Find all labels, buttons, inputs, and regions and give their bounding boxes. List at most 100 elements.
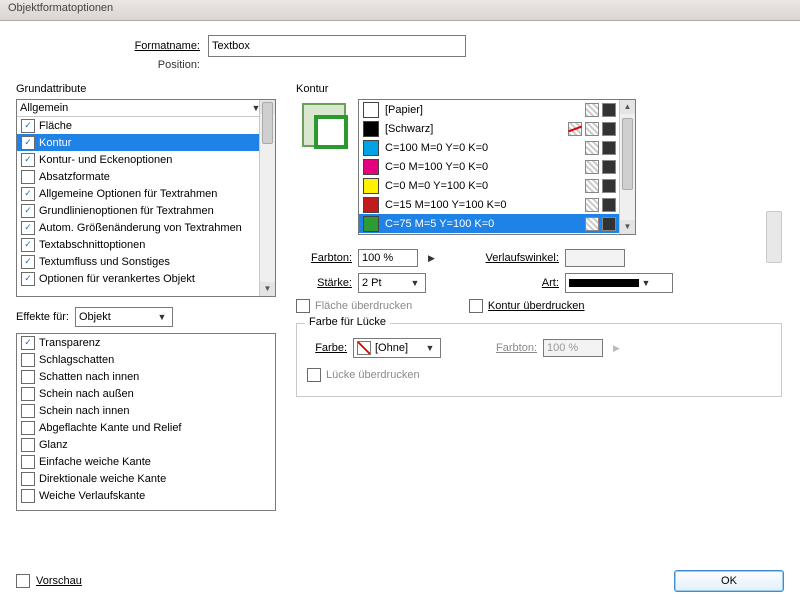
checkbox-icon[interactable]: ✓ <box>21 421 35 435</box>
list-item[interactable]: ✓Schatten nach innen <box>17 368 275 385</box>
list-item-label: Allgemeine Optionen für Textrahmen <box>39 188 217 200</box>
list-item[interactable]: ✓Textabschnittoptionen <box>17 236 260 253</box>
ok-button[interactable]: OK <box>674 570 784 592</box>
scroll-down-icon[interactable]: ▼ <box>620 220 635 234</box>
chevron-down-icon: ▼ <box>639 278 653 288</box>
chevron-down-icon: ▼ <box>408 278 422 288</box>
scrollbar[interactable]: ▲ ▼ <box>259 100 275 296</box>
swatch-item[interactable]: C=75 M=5 Y=100 K=0 <box>359 214 620 233</box>
checkbox-icon[interactable]: ✓ <box>21 336 35 350</box>
swatch-item[interactable]: [Papier] <box>359 100 620 119</box>
swatch-meta-icon <box>602 122 616 136</box>
swatch-item[interactable]: C=0 M=100 Y=0 K=0 <box>359 157 620 176</box>
scroll-thumb[interactable] <box>622 118 633 190</box>
swatch-color-icon <box>363 178 379 194</box>
checkbox-icon[interactable]: ✓ <box>21 370 35 384</box>
gap-farbton-label: Farbton: <box>481 342 537 354</box>
scroll-up-icon[interactable]: ▲ <box>620 100 635 114</box>
checkbox-icon[interactable]: ✓ <box>21 238 35 252</box>
effects-for-label: Effekte für: <box>16 311 69 323</box>
list-item[interactable]: ✓ Fläche <box>17 117 260 134</box>
triangle-right-icon: ▶ <box>609 343 624 354</box>
checkbox-icon[interactable]: ✓ <box>21 438 35 452</box>
checkbox-icon[interactable]: ✓ <box>21 119 35 133</box>
list-item-label: Schlagschatten <box>39 354 114 366</box>
checkbox-icon[interactable]: ✓ <box>21 187 35 201</box>
checkbox-icon: ✓ <box>307 368 321 382</box>
scroll-thumb[interactable] <box>262 102 273 144</box>
list-item[interactable]: ✓Optionen für verankertes Objekt <box>17 270 260 287</box>
checkbox-icon[interactable]: ✓ <box>21 489 35 503</box>
list-item[interactable]: ✓ Direktionale weiche Kante <box>17 470 275 487</box>
checkbox-icon[interactable]: ✓ <box>21 255 35 269</box>
swatch-item[interactable]: C=0 M=0 Y=100 K=0 <box>359 176 620 195</box>
checkbox-icon[interactable]: ✓ <box>21 455 35 469</box>
farbton-label: Farbton: <box>296 252 352 264</box>
swatch-item[interactable]: C=100 M=0 Y=0 K=0 <box>359 138 620 157</box>
vorschau-checkbox[interactable]: ✓ <box>16 574 30 588</box>
swatch-meta-icon <box>585 160 599 174</box>
formatname-input[interactable] <box>208 35 466 57</box>
swatch-meta-icon <box>602 179 616 193</box>
list-item-label: Direktionale weiche Kante <box>39 473 166 485</box>
swatch-list: [Papier][Schwarz]C=100 M=0 Y=0 K=0C=0 M=… <box>358 99 636 235</box>
list-item[interactable]: ✓ Allgemeine Optionen für Textrahmen <box>17 185 260 202</box>
list-item[interactable]: ✓Glanz <box>17 436 275 453</box>
none-swatch-icon <box>357 341 371 355</box>
list-item[interactable]: ✓ Schein nach innen <box>17 402 275 419</box>
checkbox-icon[interactable]: ✓ <box>21 221 35 235</box>
stroke-preview[interactable] <box>302 103 346 147</box>
list-item[interactable]: ✓ Weiche Verlaufskante <box>17 487 275 504</box>
effects-target-dropdown[interactable]: Objekt▼ <box>75 307 173 327</box>
kontur-ueberdrucken-checkbox[interactable]: ✓ Kontur überdrucken <box>469 299 673 313</box>
list-item-label: Schein nach innen <box>39 405 130 417</box>
checkbox-icon[interactable]: ✓ <box>21 153 35 167</box>
list-item-label: Fläche <box>39 120 72 132</box>
checkbox-icon[interactable]: ✓ <box>21 404 35 418</box>
list-item[interactable]: ✓Transparenz <box>17 334 275 351</box>
list-item[interactable]: ✓Schein nach außen <box>17 385 275 402</box>
checkbox-icon[interactable]: ✓ <box>21 472 35 486</box>
swatch-name: C=0 M=0 Y=100 K=0 <box>385 180 579 192</box>
list-item[interactable]: ✓ Absatzformate <box>17 168 260 185</box>
farbton-input[interactable] <box>358 249 418 267</box>
art-dropdown[interactable]: ▼ <box>565 273 673 293</box>
swatch-meta-icon <box>585 217 599 231</box>
swatch-meta-icon <box>585 141 599 155</box>
list-item[interactable]: ✓Textumfluss und Sonstiges <box>17 253 260 270</box>
checkbox-icon[interactable]: ✓ <box>21 170 35 184</box>
list-item[interactable]: ✓Kontur- und Eckenoptionen <box>17 151 260 168</box>
list-item[interactable]: ✓ Einfache weiche Kante <box>17 453 275 470</box>
swatch-item[interactable]: [Schwarz] <box>359 119 620 138</box>
checkbox-icon: ✓ <box>469 299 483 313</box>
list-item[interactable]: ✓Autom. Größenänderung von Textrahmen <box>17 219 260 236</box>
list-item[interactable]: ✓Abgeflachte Kante und Relief <box>17 419 275 436</box>
checkbox-icon: ✓ <box>296 299 310 313</box>
list-item[interactable]: ✓ Schlagschatten <box>17 351 275 368</box>
triangle-right-icon[interactable]: ▶ <box>424 253 439 264</box>
formatname-label: Formatname: <box>0 40 208 52</box>
swatch-color-icon <box>363 140 379 156</box>
swatch-color-icon <box>363 121 379 137</box>
checkbox-icon[interactable]: ✓ <box>21 204 35 218</box>
gap-farbton-input <box>543 339 603 357</box>
vorschau-label[interactable]: Vorschau <box>36 575 82 587</box>
list-item-label: Einfache weiche Kante <box>39 456 151 468</box>
list-item-label: Weiche Verlaufskante <box>39 490 145 502</box>
checkbox-icon[interactable]: ✓ <box>21 136 35 150</box>
list-item-label: Kontur <box>39 137 71 149</box>
list-item[interactable]: ✓Grundlinienoptionen für Textrahmen <box>17 202 260 219</box>
grundattribute-dropdown[interactable]: Allgemein▼ <box>17 100 266 115</box>
list-item[interactable]: ✓ Kontur <box>17 134 260 151</box>
gap-farbe-dropdown[interactable]: [Ohne]▼ <box>353 338 441 358</box>
scrollbar[interactable]: ▲ ▼ <box>619 100 635 234</box>
staerke-dropdown[interactable]: 2 Pt▼ <box>358 273 426 293</box>
list-item-label: Absatzformate <box>39 171 110 183</box>
swatch-item[interactable]: C=15 M=100 Y=100 K=0 <box>359 195 620 214</box>
vertical-handle[interactable] <box>766 211 782 263</box>
checkbox-icon[interactable]: ✓ <box>21 387 35 401</box>
checkbox-icon[interactable]: ✓ <box>21 353 35 367</box>
scroll-down-icon[interactable]: ▼ <box>260 282 275 296</box>
checkbox-icon[interactable]: ✓ <box>21 272 35 286</box>
position-label: Position: <box>0 59 208 71</box>
